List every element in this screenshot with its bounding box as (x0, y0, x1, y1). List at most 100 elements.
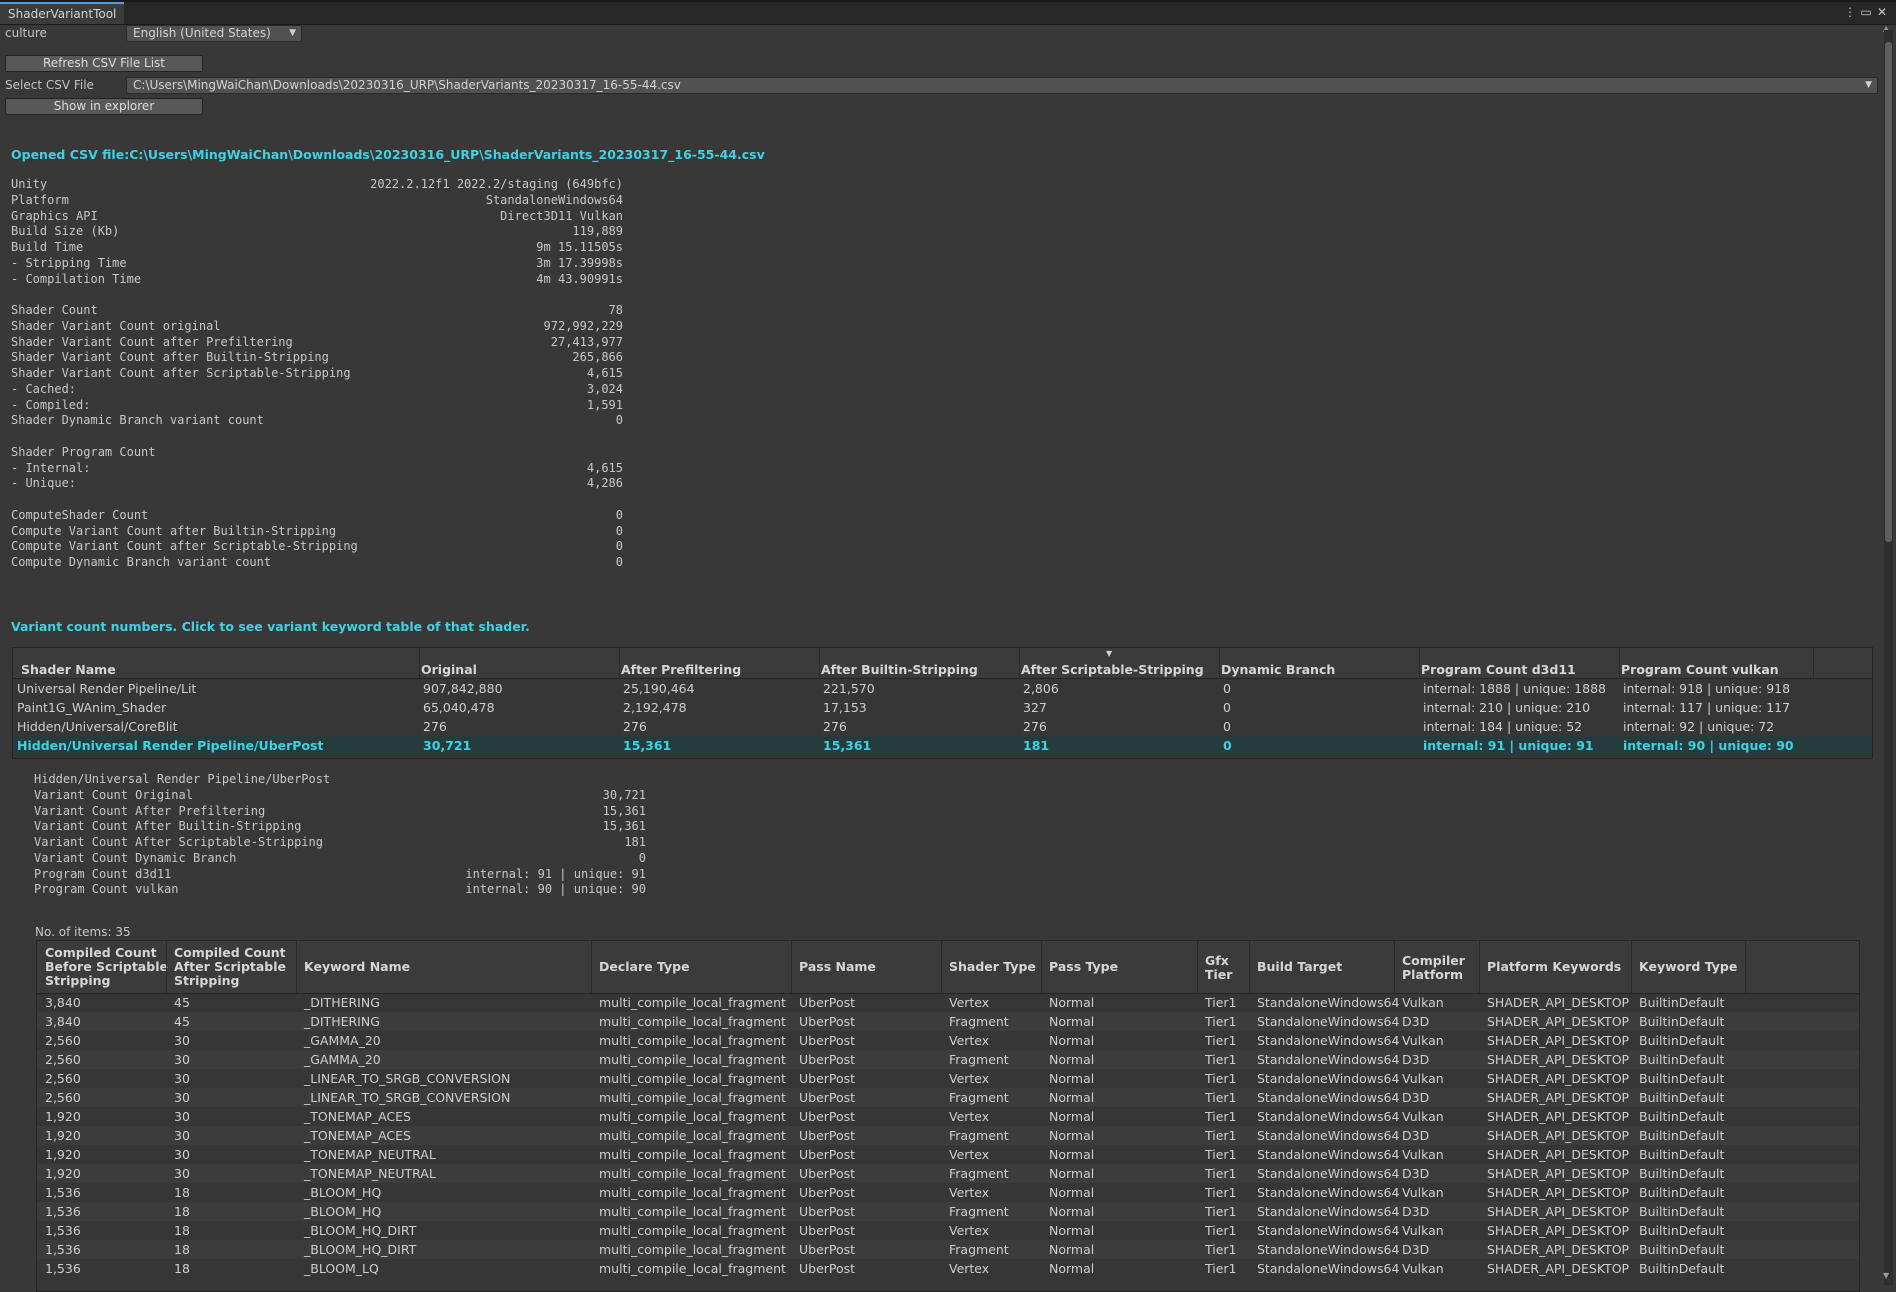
column-divider[interactable] (1619, 648, 1620, 678)
variant-cell: Normal (1049, 1128, 1095, 1143)
variant-cell: 1,536 (45, 1185, 81, 1200)
variant-col-header[interactable]: Pass Type (1049, 960, 1118, 974)
shader-col-header[interactable]: Shader Name (21, 662, 116, 677)
shader-row-selected[interactable]: Hidden/Universal Render Pipeline/UberPos… (13, 736, 1872, 755)
variant-row[interactable]: 1,536 18 _BLOOM_HQ multi_compile_local_frag… (37, 1183, 1859, 1202)
variant-row[interactable]: 1,920 30 _TONEMAP_ACES multi_compile_local_… (37, 1126, 1859, 1145)
variant-row[interactable]: 2,560 30 _LINEAR_TO_SRGB_CONVERSION multi_c… (37, 1069, 1859, 1088)
report-row: Graphics API Direct3D11 Vulkan (11, 209, 623, 225)
variant-cell: BuiltinDefault (1639, 1204, 1725, 1219)
variant-cell: 18 (174, 1242, 190, 1257)
variant-cell: Normal (1049, 1185, 1095, 1200)
variant-col-header[interactable]: Platform Keywords (1487, 960, 1621, 974)
report-value: StandaloneWindows64 (485, 192, 623, 207)
variant-cell: Normal (1049, 1147, 1095, 1162)
variant-cell: StandaloneWindows64 (1257, 1261, 1400, 1276)
variant-cell: BuiltinDefault (1639, 1014, 1725, 1029)
column-divider[interactable] (1631, 941, 1632, 993)
column-divider[interactable] (1479, 941, 1480, 993)
header-line: Stripping (174, 973, 240, 988)
column-divider[interactable] (941, 941, 942, 993)
variant-col-header[interactable]: Compiled Count After Scriptable Stripping (174, 946, 286, 988)
variant-row[interactable]: 1,920 30 _TONEMAP_NEUTRAL multi_compile_loc… (37, 1164, 1859, 1183)
variant-cell: _DITHERING (304, 1014, 380, 1029)
report-value: 972,992,229 (543, 318, 623, 333)
report-value: 0 (615, 555, 623, 569)
report-key: Shader Variant Count after Prefiltering (11, 334, 293, 349)
column-divider[interactable] (1219, 648, 1220, 678)
variant-row[interactable]: 1,920 30 _TONEMAP_NEUTRAL multi_compile_loc… (37, 1145, 1859, 1164)
detail-value: 30,721 (602, 787, 646, 802)
variant-row[interactable]: 1,920 30 _TONEMAP_ACES multi_compile_local_… (37, 1107, 1859, 1126)
report-row: Shader Variant Count original 972,992,229 (11, 319, 623, 335)
variant-cell: UberPost (799, 1147, 856, 1162)
shader-cell: 327 (1023, 700, 1047, 715)
culture-dropdown[interactable]: English (United States) ▼ (126, 25, 302, 42)
column-divider[interactable] (591, 941, 592, 993)
variant-col-header[interactable]: Keyword Type (1639, 960, 1737, 974)
column-divider[interactable] (1394, 941, 1395, 993)
variant-cell: Normal (1049, 1204, 1095, 1219)
variant-row[interactable]: 1,536 18 _BLOOM_HQ multi_compile_local_frag… (37, 1202, 1859, 1221)
column-divider[interactable] (791, 941, 792, 993)
variant-col-header[interactable]: Pass Name (799, 960, 876, 974)
column-divider[interactable] (1197, 941, 1198, 993)
column-divider[interactable] (819, 648, 820, 678)
variant-col-header[interactable]: Declare Type (599, 960, 690, 974)
shader-cell: 15,361 (823, 738, 872, 753)
scroll-down-icon[interactable]: ▼ (1883, 1271, 1889, 1280)
variant-col-header[interactable]: Compiled Count Before Scriptable Stripping (45, 946, 168, 988)
tab-shader-variant-tool[interactable]: ShaderVariantTool (0, 2, 125, 24)
variant-row[interactable]: 3,840 45 _DITHERING multi_compile_local_fra… (37, 993, 1859, 1012)
maximize-icon[interactable]: ▭ (1858, 4, 1874, 20)
csv-file-dropdown[interactable]: C:\Users\MingWaiChan\Downloads\20230316_… (126, 77, 1878, 94)
show-in-explorer-button[interactable]: Show in explorer (5, 98, 203, 115)
variant-col-header[interactable]: Shader Type (949, 960, 1036, 974)
shader-col-header[interactable]: After Scriptable-Stripping (1021, 662, 1204, 677)
close-icon[interactable]: ✕ (1874, 4, 1890, 20)
report-key: Unity (11, 177, 48, 191)
shader-row[interactable]: Hidden/Universal/CoreBlit 276 276 276 276 0 in… (13, 717, 1872, 736)
report-value: 9m 15.11505s (536, 240, 623, 254)
shader-cell: 907,842,880 (423, 681, 503, 696)
shader-col-header[interactable]: After Prefiltering (621, 662, 741, 677)
column-divider[interactable] (296, 941, 297, 993)
shader-row[interactable]: Paint1G_WAnim_Shader 65,040,478 2,192,478 1… (13, 698, 1872, 717)
shader-col-header[interactable]: Dynamic Branch (1221, 662, 1335, 677)
kebab-menu-icon[interactable]: ⋮ (1842, 4, 1858, 20)
shader-col-header[interactable]: Program Count d3d11 (1421, 662, 1576, 677)
column-divider[interactable] (1249, 941, 1250, 993)
variant-col-header[interactable]: Build Target (1257, 960, 1342, 974)
refresh-csv-button[interactable]: Refresh CSV File List (5, 55, 203, 72)
variant-col-header[interactable]: Keyword Name (304, 960, 410, 974)
detail-key: Variant Count After Prefiltering (34, 803, 266, 818)
column-divider[interactable] (1419, 648, 1420, 678)
variant-row[interactable]: 2,560 30 _LINEAR_TO_SRGB_CONVERSION multi_c… (37, 1088, 1859, 1107)
detail-row: Variant Count Original 30,721 (34, 788, 646, 804)
shader-col-header[interactable]: Program Count vulkan (1621, 662, 1779, 677)
variant-row[interactable]: 2,560 30 _GAMMA_20 multi_compile_local_frag… (37, 1050, 1859, 1069)
scrollbar-thumb[interactable] (1885, 42, 1892, 542)
shader-col-header[interactable]: Original (421, 662, 477, 677)
variant-row[interactable]: 3,840 45 _DITHERING multi_compile_local_fra… (37, 1012, 1859, 1031)
variant-col-header[interactable]: Compiler Platform (1402, 954, 1465, 982)
variant-row[interactable]: 1,536 18 _BLOOM_HQ_DIRT multi_compile_local… (37, 1221, 1859, 1240)
column-divider[interactable] (1019, 648, 1020, 678)
vertical-scrollbar[interactable] (1884, 30, 1893, 1285)
column-divider[interactable] (1041, 941, 1042, 993)
report-key: Shader Variant Count original (11, 318, 221, 333)
shader-cell: 65,040,478 (423, 700, 495, 715)
variant-col-header[interactable]: Gfx Tier (1205, 954, 1232, 982)
column-divider[interactable] (1745, 941, 1746, 993)
column-divider[interactable] (166, 941, 167, 993)
header-line: Build Target (1257, 959, 1343, 974)
shader-col-header[interactable]: After Builtin-Stripping (821, 662, 978, 677)
column-divider[interactable] (419, 648, 420, 678)
column-divider[interactable] (1813, 648, 1814, 678)
report-value: 78 (608, 303, 623, 317)
shader-row[interactable]: Universal Render Pipeline/Lit 907,842,880… (13, 679, 1872, 698)
column-divider[interactable] (619, 648, 620, 678)
variant-row[interactable]: 1,536 18 _BLOOM_LQ multi_compile_local_frag… (37, 1259, 1859, 1278)
variant-row[interactable]: 2,560 30 _GAMMA_20 multi_compile_local_frag… (37, 1031, 1859, 1050)
variant-row[interactable]: 1,536 18 _BLOOM_HQ_DIRT multi_compile_local… (37, 1240, 1859, 1259)
